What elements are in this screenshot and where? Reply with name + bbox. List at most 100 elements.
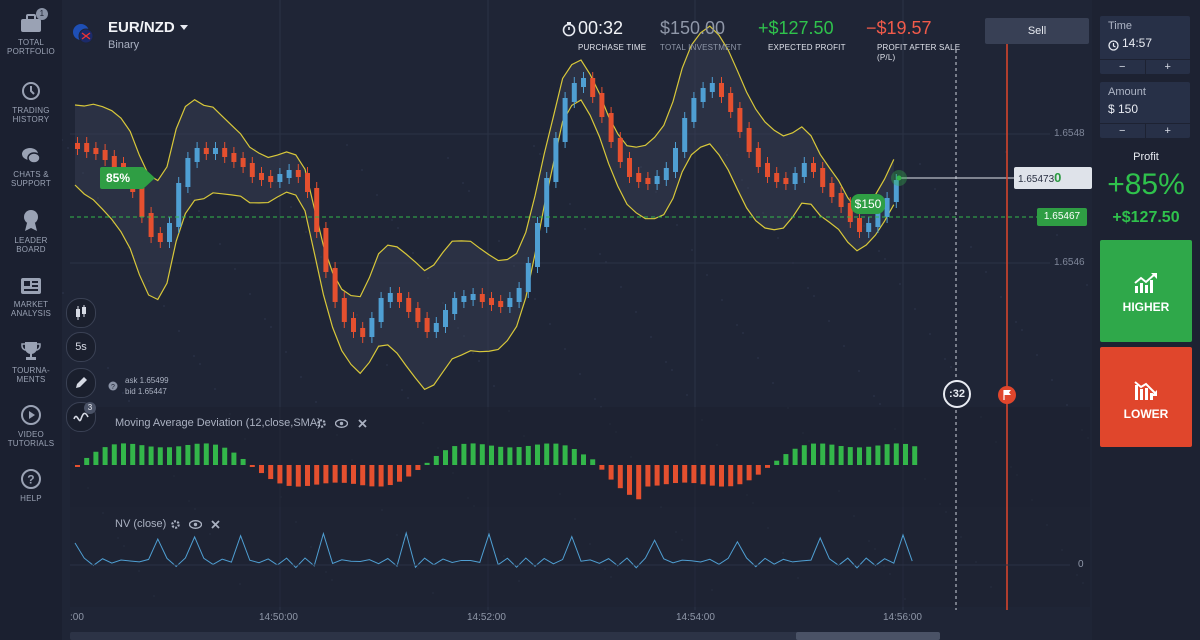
sidebar-item-label: SUPPORT <box>11 179 51 188</box>
eye-icon[interactable] <box>335 419 348 428</box>
sidebar-item-chats[interactable]: CHATS & SUPPORT <box>0 146 62 188</box>
candle <box>433 323 439 332</box>
mad-bar <box>286 465 292 486</box>
mad-bar <box>305 465 310 486</box>
amount-selector[interactable]: Amount $ 150 − + <box>1100 82 1190 138</box>
chart-type-button[interactable] <box>66 298 96 328</box>
time-minus-button[interactable]: − <box>1100 60 1146 74</box>
nv-zero-label: 0 <box>1078 559 1084 570</box>
candle <box>323 228 329 272</box>
close-icon[interactable] <box>358 419 367 428</box>
sidebar-item-label: MARKET <box>13 300 49 309</box>
candle <box>249 163 255 177</box>
chart-area[interactable] <box>62 0 1092 640</box>
sidebar-item-portfolio[interactable]: 1 TOTAL PORTFOLIO <box>0 8 62 56</box>
time-selector[interactable]: Time 14:57 − + <box>1100 16 1190 74</box>
chevron-down-icon[interactable] <box>179 24 189 32</box>
candle <box>755 148 761 167</box>
mad-bar <box>406 465 412 477</box>
mad-bar <box>893 443 899 465</box>
sell-button[interactable]: Sell <box>985 18 1089 44</box>
mad-bar <box>544 443 550 465</box>
higher-button[interactable]: HIGHER <box>1100 240 1192 342</box>
mad-bar <box>121 443 126 465</box>
candle <box>360 328 366 337</box>
mad-bar <box>590 459 596 465</box>
indicator-mad-title: Moving Average Deviation (12,close,SMA) <box>115 417 321 429</box>
candle <box>341 298 347 322</box>
sidebar-item-label: HISTORY <box>12 115 50 124</box>
sidebar-item-market[interactable]: MARKET ANALYSIS <box>0 276 62 318</box>
mad-bar <box>102 447 108 465</box>
sidebar-item-tournaments[interactable]: TOURNA- MENTS <box>0 340 62 384</box>
candle <box>571 83 577 102</box>
lower-button[interactable]: LOWER <box>1100 347 1192 447</box>
candle <box>792 173 798 184</box>
drawing-tools-button[interactable] <box>66 368 96 398</box>
candle <box>176 183 182 227</box>
gear-icon[interactable] <box>316 418 327 429</box>
indicator-nv-title: NV (close) <box>115 518 167 530</box>
help-icon: ? <box>21 469 41 489</box>
mad-bar <box>663 465 669 485</box>
mad-bar <box>443 450 448 465</box>
mad-bar <box>728 465 734 487</box>
profit-percent: +85% <box>1107 168 1185 201</box>
mad-bar <box>93 451 99 465</box>
flag-icon <box>1003 390 1011 400</box>
strike-price-tag: 1.65467 <box>1037 208 1087 226</box>
price-chart[interactable] <box>62 0 1092 640</box>
close-icon[interactable] <box>211 520 220 529</box>
asset-name[interactable]: EUR/NZD <box>108 19 175 36</box>
sidebar-item-leaderboard[interactable]: LEADER BOARD <box>0 208 62 254</box>
candle <box>581 78 586 87</box>
sidebar-item-label: VIDEO <box>18 430 44 439</box>
time-plus-button[interactable]: + <box>1146 60 1191 74</box>
mad-bar <box>820 443 826 465</box>
indicator-panel-2 <box>70 507 1090 607</box>
candle <box>305 173 310 192</box>
mad-bar <box>811 443 816 465</box>
mad-bar <box>875 445 881 465</box>
candle <box>415 308 421 322</box>
candle <box>663 168 669 180</box>
ask-price: ask 1.65499 <box>125 376 169 385</box>
timeframe-button[interactable]: 5s <box>66 332 96 362</box>
gear-icon[interactable] <box>170 519 181 530</box>
mad-bar <box>599 465 605 470</box>
chart-scrollbar-thumb[interactable] <box>796 632 940 640</box>
candle <box>259 173 264 180</box>
info-icon[interactable]: ? <box>108 381 118 391</box>
mad-bar <box>167 447 172 465</box>
mad-bar <box>185 444 191 465</box>
sidebar-item-history[interactable]: TRADING HISTORY <box>0 80 62 124</box>
candle <box>820 168 826 187</box>
candle <box>84 143 90 152</box>
sidebar-item-help[interactable]: ? HELP <box>0 468 62 503</box>
amount-minus-button[interactable]: − <box>1100 124 1146 138</box>
mad-bar <box>397 465 402 482</box>
trade-amount-badge: $150 <box>851 194 885 214</box>
mad-bar <box>351 465 356 484</box>
candle <box>636 173 642 182</box>
amount-value[interactable]: $ 150 <box>1108 102 1138 116</box>
sidebar-item-video[interactable]: VIDEO TUTORIALS <box>0 404 62 448</box>
candle <box>139 188 145 217</box>
eye-icon[interactable] <box>189 520 202 529</box>
sidebar-item-label: CHATS & <box>13 170 49 179</box>
total-investment: $150.00 <box>660 18 726 38</box>
mad-bar <box>617 465 623 489</box>
candle <box>378 298 384 322</box>
candle <box>866 223 872 232</box>
mad-bar <box>424 462 430 465</box>
mad-bar <box>452 446 458 465</box>
candles-icon <box>76 305 86 320</box>
mad-bar <box>341 465 347 483</box>
time-value[interactable]: 14:57 <box>1122 36 1152 50</box>
candle <box>525 263 531 292</box>
candle <box>213 148 218 154</box>
mad-bar <box>765 465 770 468</box>
amount-plus-button[interactable]: + <box>1146 124 1191 138</box>
chart-scrollbar[interactable] <box>70 632 940 640</box>
candle <box>194 148 200 162</box>
